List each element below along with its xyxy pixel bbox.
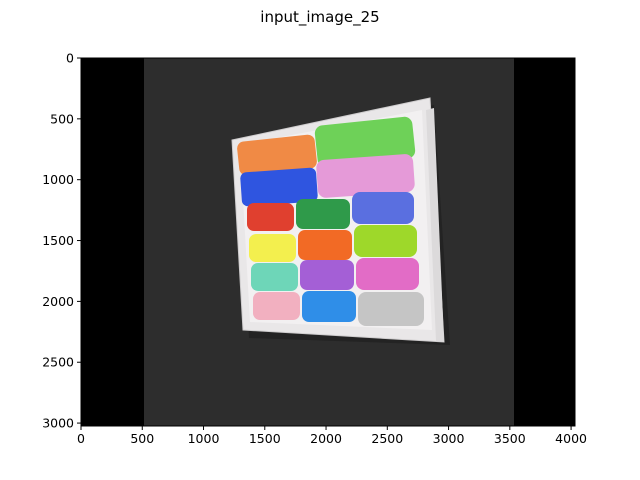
y-tick-label: 1000	[42, 172, 74, 187]
car-magenta	[356, 258, 419, 290]
image-content	[81, 58, 575, 426]
car-purple	[300, 260, 354, 290]
plot-canvas: 0 500 1000 1500 2000 2500 3000 3500 4000 0 500 100…	[42, 51, 587, 447]
x-tick-label: 1000	[188, 431, 220, 446]
car-light-pink	[253, 292, 300, 320]
x-tick-label: 4000	[555, 431, 587, 446]
y-tick-label: 2000	[42, 294, 74, 309]
x-tick-label: 500	[130, 431, 154, 446]
car-sky-blue	[302, 291, 356, 322]
x-tick-label: 2000	[310, 431, 342, 446]
x-tick-label: 3000	[433, 431, 465, 446]
car-teal	[251, 263, 298, 291]
car-yellow	[249, 234, 296, 262]
x-axis: 0 500 1000 1500 2000 2500 3000 3500 4000	[77, 426, 587, 446]
car-orange-small	[298, 230, 352, 260]
y-axis: 0 500 1000 1500 2000 2500 3000	[42, 51, 81, 431]
y-tick-label: 500	[50, 111, 74, 126]
y-tick-label: 1500	[42, 233, 74, 248]
y-tick-label: 2500	[42, 355, 74, 370]
car-dark-green	[296, 199, 350, 229]
x-tick-label: 2500	[371, 431, 403, 446]
car-indigo	[352, 192, 414, 224]
x-tick-label: 3500	[494, 431, 526, 446]
car-lime	[354, 225, 417, 257]
car-red	[247, 203, 294, 231]
y-tick-label: 0	[66, 51, 74, 66]
x-tick-label: 0	[77, 431, 85, 446]
car-gray	[358, 292, 424, 326]
x-tick-label: 1500	[249, 431, 281, 446]
y-tick-label: 3000	[42, 416, 74, 431]
car-pink-large	[316, 154, 415, 198]
